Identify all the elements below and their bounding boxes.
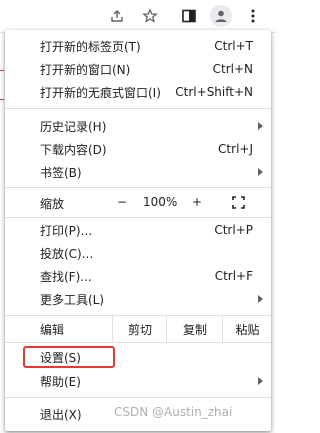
settings-highlight-box <box>23 346 115 368</box>
browser-stage: 打开新的标签页(T) Ctrl+T 打开新的窗口(N) Ctrl+N 打开新的无… <box>0 0 276 433</box>
menu-item-history[interactable]: 历史记录(H) <box>5 115 271 137</box>
menu-item-shortcut: Ctrl+Shift+N <box>175 85 253 99</box>
menu-item-label: 历史记录(H) <box>40 119 107 134</box>
more-options-icon[interactable] <box>242 5 264 27</box>
profile-avatar-icon[interactable] <box>210 5 232 27</box>
menu-item-label: 书签(B) <box>40 165 82 180</box>
bookmark-star-icon[interactable] <box>139 5 161 27</box>
menu-separator <box>5 397 271 398</box>
menu-item-new-incognito-window[interactable]: 打开新的无痕式窗口(I) Ctrl+Shift+N <box>5 81 271 103</box>
menu-item-help[interactable]: 帮助(E) <box>5 370 271 392</box>
background-page-fragment <box>0 70 4 71</box>
browser-toolbar <box>0 0 276 33</box>
menu-item-label: 帮助(E) <box>40 374 81 389</box>
submenu-arrow-icon <box>258 168 263 176</box>
menu-separator <box>5 217 271 218</box>
menu-item-new-tab[interactable]: 打开新的标签页(T) Ctrl+T <box>5 35 271 57</box>
paste-button[interactable]: 粘贴 <box>222 316 271 342</box>
background-page-fragment <box>0 99 4 100</box>
menu-item-bookmarks[interactable]: 书签(B) <box>5 161 271 183</box>
menu-item-label: 打开新的标签页(T) <box>40 39 141 54</box>
share-icon[interactable] <box>106 5 128 27</box>
menu-item-label: 投放(C)... <box>40 246 94 261</box>
menu-item-label: 打开新的窗口(N) <box>40 62 131 77</box>
menu-item-label: 打印(P)... <box>40 223 93 238</box>
menu-item-new-window[interactable]: 打开新的窗口(N) Ctrl+N <box>5 58 271 80</box>
menu-item-shortcut: Ctrl+J <box>218 142 253 156</box>
watermark: CSDN @Austin_zhai <box>114 405 233 419</box>
menu-item-shortcut: Ctrl+P <box>214 223 253 237</box>
menu-separator <box>5 187 271 188</box>
chrome-main-menu: 打开新的标签页(T) Ctrl+T 打开新的窗口(N) Ctrl+N 打开新的无… <box>5 30 271 431</box>
submenu-arrow-icon <box>258 377 263 385</box>
menu-item-label: 打开新的无痕式窗口(I) <box>40 85 161 100</box>
menu-item-downloads[interactable]: 下载内容(D) Ctrl+J <box>5 138 271 160</box>
fullscreen-icon[interactable] <box>232 196 245 209</box>
edit-label: 编辑 <box>40 323 65 337</box>
zoom-row: 缩放 − 100% + <box>5 190 271 216</box>
menu-separator <box>5 342 271 343</box>
menu-item-label: 下载内容(D) <box>40 142 107 157</box>
menu-item-more-tools[interactable]: 更多工具(L) <box>5 288 271 310</box>
zoom-in-button[interactable]: + <box>192 195 202 209</box>
side-panel-icon[interactable] <box>178 5 200 27</box>
cut-button[interactable]: 剪切 <box>112 316 167 342</box>
menu-item-shortcut: Ctrl+T <box>214 39 253 53</box>
submenu-arrow-icon <box>258 295 263 303</box>
menu-separator <box>5 108 271 109</box>
menu-item-shortcut: Ctrl+F <box>214 269 253 283</box>
menu-item-find[interactable]: 查找(F)... Ctrl+F <box>5 265 271 287</box>
menu-item-label: 退出(X) <box>40 407 82 422</box>
edit-row: 编辑 剪切 复制 粘贴 <box>5 316 271 342</box>
zoom-label: 缩放 <box>40 197 65 211</box>
menu-item-print[interactable]: 打印(P)... Ctrl+P <box>5 219 271 241</box>
menu-item-label: 查找(F)... <box>40 269 92 284</box>
zoom-out-button[interactable]: − <box>117 195 127 209</box>
copy-button[interactable]: 复制 <box>166 316 223 342</box>
menu-item-cast[interactable]: 投放(C)... <box>5 242 271 264</box>
menu-item-label: 更多工具(L) <box>40 292 105 307</box>
submenu-arrow-icon <box>258 122 263 130</box>
zoom-level: 100% <box>143 195 178 209</box>
menu-item-shortcut: Ctrl+N <box>212 62 253 76</box>
